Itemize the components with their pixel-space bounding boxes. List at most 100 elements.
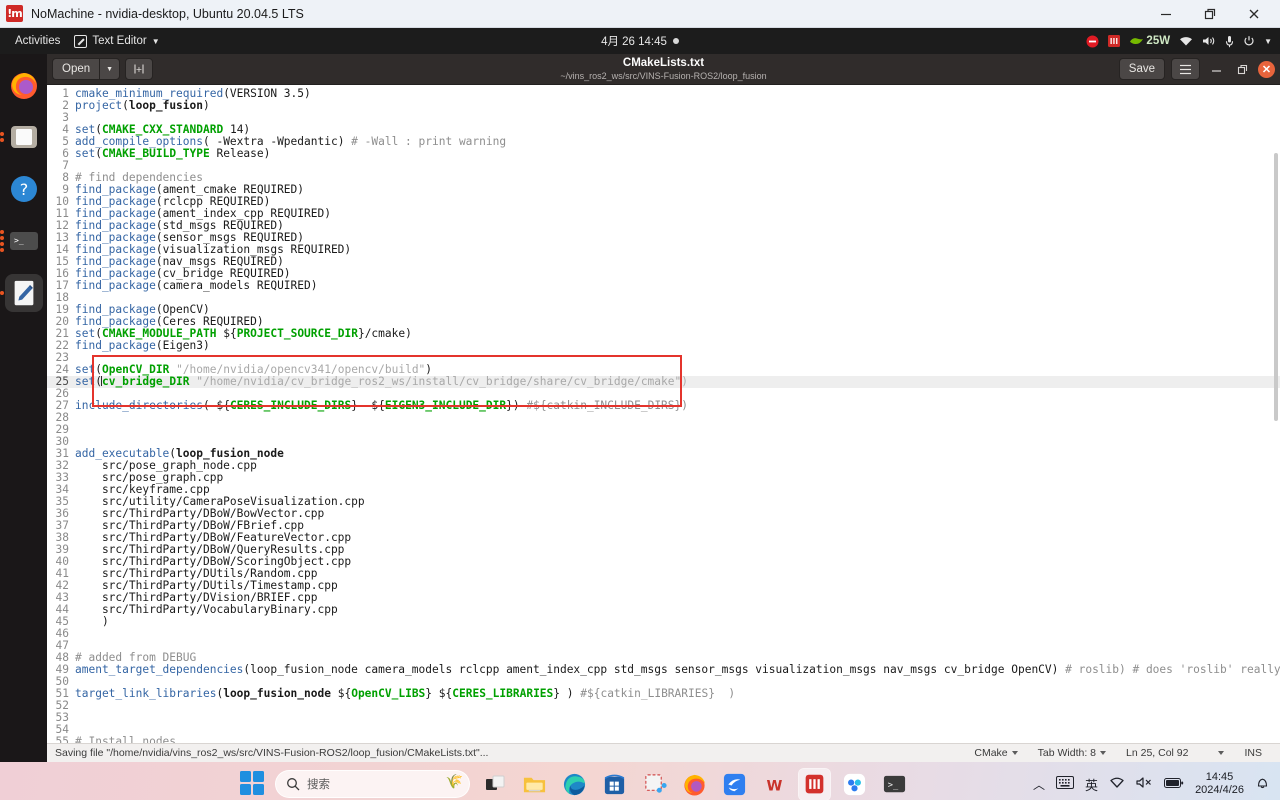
taskbar-app-task-view[interactable] [479, 769, 510, 800]
status-message: Saving file "/home/nvidia/vins_ros2_ws/s… [55, 747, 489, 759]
language-selector[interactable]: CMake [964, 747, 1027, 759]
code-line[interactable]: 27 include_directories( ${CERES_INCLUDE_D… [47, 400, 1280, 412]
windows-taskbar: 搜索 🌾 W >_ ︿ 英 14:45 2024/4/26 [0, 762, 1280, 800]
svg-text:W: W [767, 778, 783, 794]
nvidia-icon [1130, 37, 1144, 44]
cursor-position[interactable]: Ln 25, Col 92 [1116, 747, 1234, 759]
volume-icon[interactable] [1202, 35, 1216, 47]
vertical-scrollbar[interactable] [1271, 85, 1280, 743]
dock-item-files[interactable] [0, 118, 43, 156]
hamburger-menu-icon[interactable] [1171, 58, 1200, 80]
code-line[interactable]: 45 ) [47, 616, 1280, 628]
code-line[interactable]: 33 src/pose_graph.cpp [47, 472, 1280, 484]
code-line[interactable]: 22 find_package(Eigen3) [47, 340, 1280, 352]
ubuntu-dock: ? >_ [0, 54, 47, 762]
open-dropdown-button[interactable]: ▼ [99, 58, 121, 80]
power-icon[interactable] [1243, 35, 1255, 47]
running-indicator [0, 230, 4, 252]
ubuntu-desktop: ? >_ Open ▼ + CMakeLists.txt ~/vins_ros2… [0, 54, 1280, 762]
chevron-down-icon[interactable]: ▼ [1264, 37, 1272, 46]
code-line[interactable]: 44 src/ThirdParty/VocabularyBinary.cpp [47, 604, 1280, 616]
taskbar-app-wps-office[interactable]: W [759, 769, 790, 800]
code-line[interactable]: 46 [47, 628, 1280, 640]
clock-time: 14:45 [1205, 771, 1234, 783]
app-menu-label: Text Editor [92, 35, 147, 47]
code-line[interactable]: 6 set(CMAKE_BUILD_TYPE Release) [47, 148, 1280, 160]
nomachine-tray-icon[interactable] [1108, 35, 1121, 47]
windows-start-icon[interactable] [240, 771, 266, 797]
app-menu-text-editor[interactable]: Text Editor ▼ [67, 34, 166, 48]
save-button[interactable]: Save [1118, 58, 1165, 80]
text-editor-window: Open ▼ + CMakeLists.txt ~/vins_ros2_ws/s… [47, 54, 1280, 762]
tab-width-selector[interactable]: Tab Width: 8 [1028, 747, 1116, 759]
power-indicator[interactable]: 25W [1129, 35, 1170, 47]
wifi-icon[interactable] [1109, 776, 1125, 792]
close-icon[interactable] [1232, 0, 1276, 27]
dock-item-help[interactable]: ? [5, 170, 43, 208]
code-line[interactable]: 32 src/pose_graph_node.cpp [47, 460, 1280, 472]
code-line[interactable]: 47 [47, 640, 1280, 652]
code-editor-area[interactable]: 1 cmake_minimum_required(VERSION 3.5) 2 pro… [47, 85, 1280, 743]
restore-icon[interactable] [1188, 0, 1232, 27]
clock-date: 2024/4/26 [1195, 784, 1244, 796]
taskbar-app-windows-terminal[interactable]: >_ [879, 769, 910, 800]
search-input[interactable]: 搜索 🌾 [275, 770, 470, 798]
dock-item-text-editor[interactable] [0, 274, 43, 312]
taskbar-app-microsoft-store[interactable] [599, 769, 630, 800]
svg-text:>_: >_ [888, 780, 899, 790]
taskbar-app-microsoft-edge[interactable] [559, 769, 590, 800]
minimize-icon[interactable] [1206, 59, 1226, 79]
scrollbar-thumb[interactable] [1274, 153, 1278, 421]
activities-button[interactable]: Activities [8, 35, 67, 47]
chevron-up-icon[interactable]: ︿ [1033, 776, 1045, 793]
code-line[interactable]: 21 set(CMAKE_MODULE_PATH ${PROJECT_SOURCE… [47, 328, 1280, 340]
microphone-icon[interactable] [1225, 35, 1234, 48]
ime-indicator[interactable]: 英 [1085, 775, 1098, 794]
code-line[interactable]: 29 [47, 424, 1280, 436]
editor-header-actions: Save ✕ [1118, 58, 1275, 80]
running-indicator [0, 132, 4, 142]
bell-icon[interactable] [1255, 775, 1270, 793]
taskbar-app-firefox[interactable] [679, 769, 710, 800]
code-line[interactable]: 28 [47, 412, 1280, 424]
code-line[interactable]: 17 find_package(camera_models REQUIRED) [47, 280, 1280, 292]
do-not-disturb-icon[interactable] [1086, 35, 1099, 48]
taskbar-app-blue-bird[interactable] [719, 769, 750, 800]
taskbar-app-baidu-netdisk[interactable] [839, 769, 870, 800]
code-line[interactable]: 18 [47, 292, 1280, 304]
volume-muted-icon[interactable] [1136, 776, 1153, 792]
code-line[interactable]: 1 cmake_minimum_required(VERSION 3.5) [47, 88, 1280, 100]
keyboard-icon[interactable] [1056, 776, 1075, 792]
minimize-icon[interactable] [1144, 0, 1188, 27]
code-line[interactable]: 53 [47, 712, 1280, 724]
insert-mode[interactable]: INS [1234, 747, 1272, 759]
close-icon[interactable]: ✕ [1258, 60, 1275, 78]
wifi-icon[interactable] [1179, 36, 1193, 47]
code-line[interactable]: 52 [47, 700, 1280, 712]
taskbar-app-nomachine[interactable] [799, 768, 830, 800]
code-line[interactable]: 54 [47, 724, 1280, 736]
new-document-button[interactable]: + [125, 58, 154, 80]
source-code[interactable]: 1 cmake_minimum_required(VERSION 3.5) 2 pro… [47, 85, 1280, 743]
nomachine-titlebar: !m NoMachine - nvidia-desktop, Ubuntu 20… [0, 0, 1280, 28]
chevron-down-icon: ▼ [151, 36, 160, 46]
restore-icon[interactable] [1232, 59, 1252, 79]
battery-icon[interactable] [1164, 777, 1184, 792]
taskbar-clock[interactable]: 14:45 2024/4/26 [1195, 771, 1244, 797]
taskbar-app-file-explorer[interactable] [519, 769, 550, 800]
decoration-icon: 🌾 [445, 773, 463, 789]
dock-item-terminal[interactable]: >_ [0, 222, 43, 260]
editor-header-bar: Open ▼ + CMakeLists.txt ~/vins_ros2_ws/s… [47, 54, 1280, 85]
code-line[interactable]: 7 [47, 160, 1280, 172]
page-title: CMakeLists.txt [622, 56, 705, 69]
clock-label: 4月 26 14:45 [601, 36, 667, 48]
code-line[interactable]: 25 set(cv_bridge_DIR "/home/nvidia/cv_bri… [47, 376, 1280, 388]
code-line[interactable]: 51 target_link_libraries(loop_fusion_node… [47, 688, 1280, 700]
dock-item-firefox[interactable] [5, 66, 43, 104]
open-button[interactable]: Open [52, 58, 100, 80]
code-line[interactable]: 49 ament_target_dependencies(loop_fusion_… [47, 664, 1280, 676]
taskbar-app-snipping-tool[interactable] [639, 769, 670, 800]
svg-text:?: ? [19, 180, 28, 199]
code-line[interactable]: 2 project(loop_fusion) [47, 100, 1280, 112]
code-line[interactable]: 55 # Install nodes [47, 736, 1280, 744]
